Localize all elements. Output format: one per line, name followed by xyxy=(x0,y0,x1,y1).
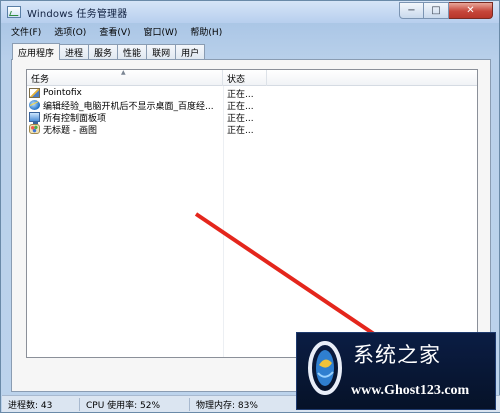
menu-file[interactable]: 文件(F) xyxy=(4,25,47,38)
task-name: 无标题 - 画图 xyxy=(43,125,97,136)
cpu-usage: CPU 使用率: 52% xyxy=(80,397,190,411)
tab-performance[interactable]: 性能 xyxy=(117,44,148,60)
minimize-button[interactable]: − xyxy=(399,2,424,19)
menu-view[interactable]: 查看(V) xyxy=(92,25,136,38)
column-header-status-label: 状态 xyxy=(227,74,246,85)
column-header-task[interactable]: ▲ 任务 xyxy=(27,70,223,86)
task-cell: 无标题 - 画图 xyxy=(27,123,223,136)
tab-strip: 应用程序 进程 服务 性能 联网 用户 xyxy=(12,43,206,60)
ie-browser-icon xyxy=(29,100,40,110)
tab-applications[interactable]: 应用程序 xyxy=(12,43,61,60)
tab-users[interactable]: 用户 xyxy=(175,44,206,60)
column-header-task-label: 任务 xyxy=(31,74,50,85)
memory-usage: 物理内存: 83% xyxy=(196,400,258,411)
title-bar[interactable]: Windows 任务管理器 − □ ✕ xyxy=(1,1,499,23)
table-row[interactable]: 无标题 - 画图 正在... xyxy=(27,123,477,136)
column-header-status[interactable]: 状态 xyxy=(223,70,267,86)
task-rows: Pointofix 正在... 编辑经验_电脑开机后不显示桌面_百度经... 正… xyxy=(27,87,477,136)
task-manager-app-icon xyxy=(7,6,21,18)
paint-icon xyxy=(29,124,40,134)
close-button[interactable]: ✕ xyxy=(449,2,493,19)
control-panel-icon xyxy=(29,112,40,124)
task-name: Pointofix xyxy=(43,88,82,98)
table-row[interactable]: Pointofix 正在... xyxy=(27,87,477,100)
watermark-title: 系统之家 xyxy=(353,343,441,367)
menu-options[interactable]: 选项(O) xyxy=(47,25,92,38)
sort-ascending-icon: ▲ xyxy=(121,69,126,76)
process-count: 进程数: 43 xyxy=(2,397,80,411)
watermark-logo-icon xyxy=(308,341,342,395)
table-row[interactable]: 所有控制面板项 正在... xyxy=(27,111,477,124)
table-row[interactable]: 编辑经验_电脑开机后不显示桌面_百度经... 正在... xyxy=(27,99,477,112)
window-title: Windows 任务管理器 xyxy=(27,8,128,20)
tab-networking[interactable]: 联网 xyxy=(146,44,177,60)
tab-processes[interactable]: 进程 xyxy=(59,44,90,60)
status-cell: 正在... xyxy=(227,125,254,136)
tab-services[interactable]: 服务 xyxy=(88,44,119,60)
window-controls: − □ ✕ xyxy=(399,2,493,19)
menu-bar: 文件(F) 选项(O) 查看(V) 窗口(W) 帮助(H) xyxy=(4,24,228,39)
menu-help[interactable]: 帮助(H) xyxy=(183,25,228,38)
maximize-button[interactable]: □ xyxy=(424,2,449,19)
pointofix-icon xyxy=(29,88,40,98)
task-cell: Pointofix xyxy=(27,88,223,98)
menu-window[interactable]: 窗口(W) xyxy=(137,25,184,38)
watermark-url: www.Ghost123.com xyxy=(351,383,470,398)
site-watermark: 系统之家 www.Ghost123.com xyxy=(296,332,496,410)
task-list-header: ▲ 任务 状态 xyxy=(27,70,477,86)
task-list[interactable]: ▲ 任务 状态 Pointofix 正在... 编辑经验_电脑开机后不显示桌面_… xyxy=(26,69,478,358)
